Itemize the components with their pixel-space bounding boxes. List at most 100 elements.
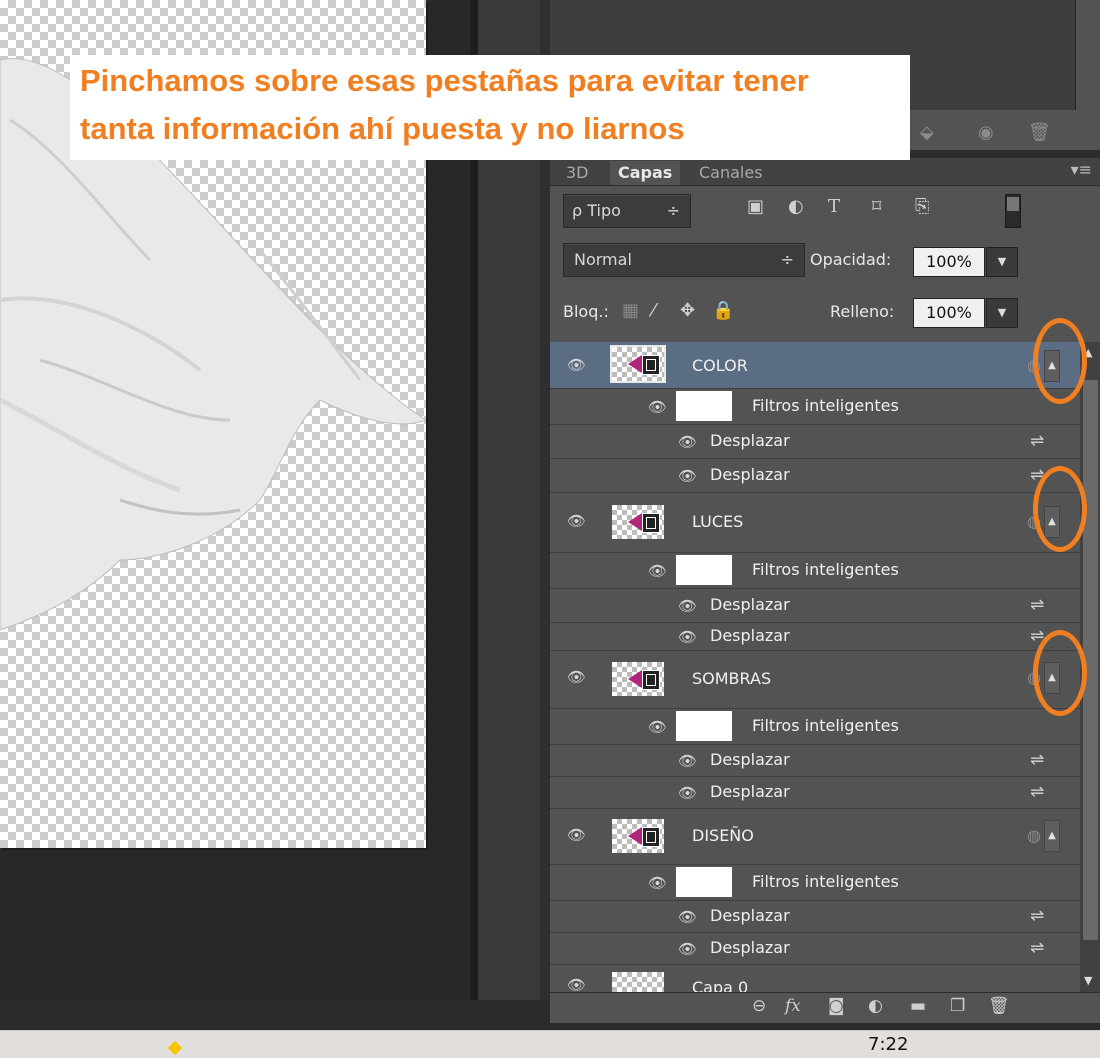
filter-row[interactable]: 👁 Desplazar ⇌ <box>550 458 1080 493</box>
highlight-circle-luces <box>1033 466 1087 552</box>
layer-name[interactable]: Capa 0 <box>692 978 748 992</box>
blending-options-icon[interactable]: ⇌ <box>1030 431 1044 451</box>
eye-icon[interactable]: 👁 <box>678 433 697 451</box>
tab-3d[interactable]: 3D <box>558 161 597 185</box>
smart-filters-row[interactable]: 👁 Filtros inteligentes <box>550 388 1080 425</box>
tab-canales[interactable]: Canales <box>691 161 771 185</box>
filter-row[interactable]: 👁 Desplazar ⇌ <box>550 588 1080 623</box>
select-arrow-icon: ÷ <box>780 250 794 269</box>
eye-icon[interactable]: 👁 <box>567 512 586 530</box>
filter-name: Desplazar <box>710 906 790 925</box>
annotation-box: Pinchamos sobre esas pestañas para evita… <box>70 55 910 160</box>
layer-list[interactable]: 👁 COLOR ◍ ▲ 👁 Filtros inteligentes 👁 Des… <box>550 342 1080 992</box>
layer-name[interactable]: COLOR <box>692 356 748 375</box>
layer-name[interactable]: SOMBRAS <box>692 669 771 688</box>
eye-icon[interactable]: 👁 <box>678 908 697 926</box>
filter-name: Desplazar <box>710 750 790 769</box>
merge-down-icon[interactable]: ⬙ <box>920 122 934 143</box>
layer-style-icon[interactable]: fx <box>785 996 801 1016</box>
annotation-line-1: Pinchamos sobre esas pestañas para evita… <box>80 63 809 98</box>
adjustment-filter-icon[interactable]: ◐ <box>788 196 804 217</box>
eye-icon[interactable]: 👁 <box>567 668 586 686</box>
pixel-filter-icon[interactable]: ▣ <box>747 196 764 217</box>
filter-name: Desplazar <box>710 431 790 450</box>
blending-options-icon[interactable]: ⇌ <box>1030 595 1044 615</box>
smart-filters-row[interactable]: 👁 Filtros inteligentes <box>550 552 1080 589</box>
delete-layer-icon[interactable]: 🗑 <box>988 996 1010 1016</box>
opacity-label: Opacidad: <box>810 250 892 269</box>
eye-icon[interactable]: 👁 <box>648 718 667 736</box>
blending-options-icon[interactable]: ⇌ <box>1030 750 1044 770</box>
eye-icon[interactable]: 👁 <box>648 562 667 580</box>
layer-row-color[interactable]: 👁 COLOR ◍ ▲ <box>550 342 1080 389</box>
smart-object-filter-icon[interactable]: ⎘ <box>915 196 929 217</box>
filter-mask-thumbnail <box>676 867 732 897</box>
opacity-dropdown-button[interactable]: ▼ <box>986 247 1018 277</box>
lock-all-icon[interactable]: 🔒 <box>712 300 734 321</box>
eye-icon[interactable]: 👁 <box>648 874 667 892</box>
layer-thumbnail <box>612 505 664 539</box>
smart-filters-label: Filtros inteligentes <box>752 396 899 415</box>
layer-thumbnail <box>612 662 664 696</box>
filter-row[interactable]: 👁 Desplazar ⇌ <box>550 776 1080 809</box>
opacity-input[interactable]: 100% <box>913 247 985 277</box>
eye-icon[interactable]: 👁 <box>567 826 586 844</box>
collapse-toggle-button[interactable]: ▲ <box>1044 820 1060 852</box>
layer-thumbnail <box>612 972 664 992</box>
filter-row[interactable]: 👁 Desplazar ⇌ <box>550 744 1080 777</box>
eye-icon[interactable]: 👁 <box>567 976 586 992</box>
trash-icon[interactable]: 🗑 <box>1028 122 1051 143</box>
blend-mode-value: Normal <box>574 250 632 269</box>
eye-icon[interactable]: 👁 <box>678 597 697 615</box>
lock-position-icon[interactable]: ✥ <box>680 300 695 321</box>
layer-row-capa-0[interactable]: 👁 Capa 0 <box>550 964 1080 992</box>
taskbar-clock[interactable]: 7:22 <box>868 1034 908 1055</box>
eye-icon[interactable]: 👁 <box>678 784 697 802</box>
blending-options-icon[interactable]: ⇌ <box>1030 938 1044 958</box>
eye-icon[interactable]: 👁 <box>567 356 586 374</box>
filter-row[interactable]: 👁 Desplazar ⇌ <box>550 932 1080 965</box>
filter-name: Desplazar <box>710 782 790 801</box>
filter-row[interactable]: 👁 Desplazar ⇌ <box>550 622 1080 651</box>
adjustment-layer-icon[interactable]: ◐ <box>868 996 883 1016</box>
eye-icon[interactable]: 👁 <box>678 940 697 958</box>
smart-filters-label: Filtros inteligentes <box>752 560 899 579</box>
new-group-icon[interactable]: ▬ <box>910 996 926 1016</box>
lock-pixels-icon[interactable]: ⁄ <box>652 300 655 321</box>
eye-icon[interactable]: 👁 <box>678 752 697 770</box>
filter-name: Desplazar <box>710 465 790 484</box>
filter-toggle[interactable] <box>1005 194 1021 228</box>
scroll-down-icon[interactable]: ▼ <box>1084 974 1092 987</box>
smart-filters-row[interactable]: 👁 Filtros inteligentes <box>550 864 1080 901</box>
fill-dropdown-button[interactable]: ▼ <box>986 298 1018 328</box>
layer-row-luces[interactable]: 👁 LUCES ◍ ▲ <box>550 492 1080 553</box>
blending-options-icon[interactable]: ⇌ <box>1030 906 1044 926</box>
filter-mask-thumbnail <box>676 555 732 585</box>
shape-filter-icon[interactable]: ⌑ <box>872 196 881 217</box>
link-layers-icon[interactable]: ⊖ <box>752 996 766 1016</box>
layer-name[interactable]: LUCES <box>692 512 743 531</box>
blend-mode-select[interactable]: Normal ÷ <box>563 243 805 277</box>
type-filter-icon[interactable]: T <box>828 196 840 217</box>
filter-name: Desplazar <box>710 938 790 957</box>
new-layer-icon[interactable]: ❐ <box>950 996 965 1016</box>
panel-tab-bar: 3D Capas Canales ▾≡ <box>550 158 1100 186</box>
layer-row-sombras[interactable]: 👁 SOMBRAS ◍ ▲ <box>550 650 1080 709</box>
layer-thumbnail <box>612 819 664 853</box>
blending-options-icon[interactable]: ⇌ <box>1030 782 1044 802</box>
panel-menu-icon[interactable]: ▾≡ <box>1071 160 1092 179</box>
visibility-icon[interactable]: ◉ <box>978 122 994 143</box>
tab-capas[interactable]: Capas <box>610 161 681 185</box>
layer-name[interactable]: DISEÑO <box>692 826 754 845</box>
lock-transparency-icon[interactable]: ▦ <box>622 300 639 321</box>
fill-input[interactable]: 100% <box>913 298 985 328</box>
eye-icon[interactable]: 👁 <box>678 467 697 485</box>
smart-filters-row[interactable]: 👁 Filtros inteligentes <box>550 708 1080 745</box>
eye-icon[interactable]: 👁 <box>678 628 697 646</box>
layer-row-diseno[interactable]: 👁 DISEÑO ◍ ▲ <box>550 808 1080 865</box>
filter-row[interactable]: 👁 Desplazar ⇌ <box>550 424 1080 459</box>
filter-row[interactable]: 👁 Desplazar ⇌ <box>550 900 1080 933</box>
filter-kind-select[interactable]: ρ Tipo ÷ <box>563 194 691 228</box>
add-mask-icon[interactable]: ◙ <box>828 996 845 1016</box>
eye-icon[interactable]: 👁 <box>648 398 667 416</box>
